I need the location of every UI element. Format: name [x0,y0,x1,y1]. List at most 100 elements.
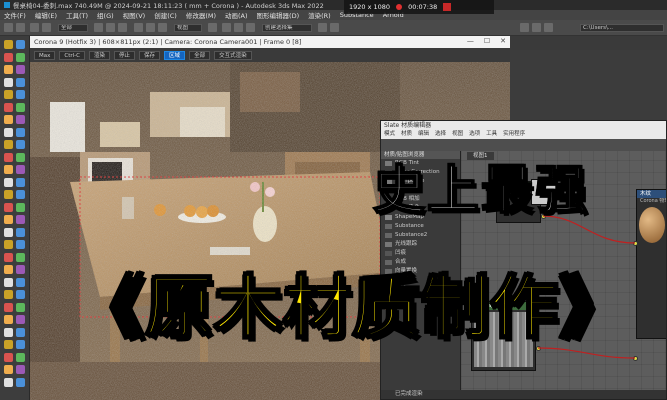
vfb-toolbar-button[interactable]: 全部 [189,50,211,60]
tool-icon[interactable] [4,327,13,337]
vfb-toolbar-button[interactable]: Max [34,50,56,60]
tool-icon[interactable] [16,365,25,374]
select-by-name-icon[interactable] [106,23,115,32]
tool-icon[interactable] [4,227,13,237]
unlink-icon[interactable] [42,23,51,32]
tool-icon[interactable] [4,140,13,149]
render-icon[interactable] [544,23,553,32]
menu-item[interactable]: 动画(A) [225,10,248,20]
scale-icon[interactable] [158,23,167,32]
tool-icon[interactable] [4,90,13,99]
menu-item[interactable]: 组(G) [97,10,114,20]
tool-icon[interactable] [16,90,25,99]
tool-icon[interactable] [4,277,13,287]
tool-icon[interactable] [16,77,25,87]
redo-icon[interactable] [16,23,25,32]
tool-icon[interactable] [4,177,13,187]
tool-icon[interactable] [4,102,13,112]
tool-icon[interactable] [16,215,25,224]
tool-icon[interactable] [16,52,25,62]
tool-icon[interactable] [4,340,13,349]
menu-item[interactable]: 创建(C) [154,10,177,20]
pivot-icon[interactable] [208,23,217,32]
tool-icon[interactable] [16,252,25,262]
tool-icon[interactable] [4,290,13,299]
vfb-toolbar-button[interactable]: 区域 [164,50,186,60]
tool-icon[interactable] [16,315,25,324]
render-setup-icon[interactable] [532,23,541,32]
tool-icon[interactable] [4,252,13,262]
tool-icon[interactable] [16,165,25,174]
tool-icon[interactable] [4,77,13,87]
menu-item[interactable]: 修改器(M) [186,10,216,20]
vfb-toolbar-button[interactable]: 保存 [139,50,161,60]
menu-item[interactable]: 视图(V) [123,10,146,20]
close-button[interactable]: ✕ [500,37,506,45]
tool-icon[interactable] [16,102,25,112]
tool-icon[interactable] [16,340,25,349]
tool-icon[interactable] [16,115,25,124]
tool-icon[interactable] [4,52,13,62]
maximize-button[interactable]: ☐ [484,37,490,45]
tool-icon[interactable] [16,290,25,299]
tool-icon[interactable] [16,177,25,187]
tool-icon[interactable] [16,190,25,199]
snap-icon[interactable] [222,23,231,32]
tool-icon[interactable] [4,202,13,212]
tool-icon[interactable] [16,152,25,162]
tool-icon[interactable] [16,240,25,249]
tool-icon[interactable] [4,240,13,249]
menu-item[interactable]: 渲染(R) [308,10,331,20]
project-path-field[interactable]: C:\Users\... [580,24,664,32]
tool-icon[interactable] [4,190,13,199]
tool-icon[interactable] [16,352,25,362]
tool-icon[interactable] [4,365,13,374]
tool-icon[interactable] [4,315,13,324]
rect-select-icon[interactable] [118,23,127,32]
vfb-toolbar-button[interactable]: 停止 [114,50,136,60]
tool-icon[interactable] [4,152,13,162]
move-icon[interactable] [134,23,143,32]
tool-icon[interactable] [4,265,13,274]
percent-snap-icon[interactable] [246,23,255,32]
tool-icon[interactable] [4,127,13,137]
tool-icon[interactable] [4,302,13,312]
tool-icon[interactable] [4,115,13,124]
tool-icon[interactable] [16,265,25,274]
tool-icon[interactable] [4,215,13,224]
link-icon[interactable] [30,23,39,32]
tool-icon[interactable] [16,202,25,212]
menu-item[interactable]: 编辑(E) [35,10,57,20]
tool-icon[interactable] [16,127,25,137]
material-editor-icon[interactable] [520,23,529,32]
tool-icon[interactable] [16,302,25,312]
tool-icon[interactable] [16,377,25,387]
tool-icon[interactable] [4,40,13,49]
mirror-icon[interactable] [318,23,327,32]
tool-icon[interactable] [16,327,25,337]
vfb-toolbar-button[interactable]: Ctrl-C [59,50,85,60]
tool-icon[interactable] [4,377,13,387]
tool-icon[interactable] [16,65,25,74]
tool-icon[interactable] [16,140,25,149]
menu-item[interactable]: 工具(T) [66,10,88,20]
selection-filter-dropdown[interactable]: 全部 [58,24,88,32]
minimize-button[interactable]: — [467,37,474,45]
stop-recording-icon[interactable] [443,3,452,11]
vfb-toolbar-button[interactable]: 渲染 [89,50,111,60]
menu-item[interactable]: 图形编辑器(D) [257,10,300,20]
tool-icon[interactable] [4,65,13,74]
record-icon[interactable] [396,4,403,10]
align-icon[interactable] [330,23,339,32]
vfb-toolbar-button[interactable]: 交互式渲染 [214,50,252,60]
tool-icon[interactable] [16,277,25,287]
tool-icon[interactable] [16,227,25,237]
tool-icon[interactable] [16,40,25,49]
angle-snap-icon[interactable] [234,23,243,32]
select-icon[interactable] [94,23,103,32]
menu-item[interactable]: 文件(F) [4,10,26,20]
tool-icon[interactable] [4,352,13,362]
reference-coord-dropdown[interactable]: 视图 [174,24,202,32]
rotate-icon[interactable] [146,23,155,32]
undo-icon[interactable] [4,23,13,32]
